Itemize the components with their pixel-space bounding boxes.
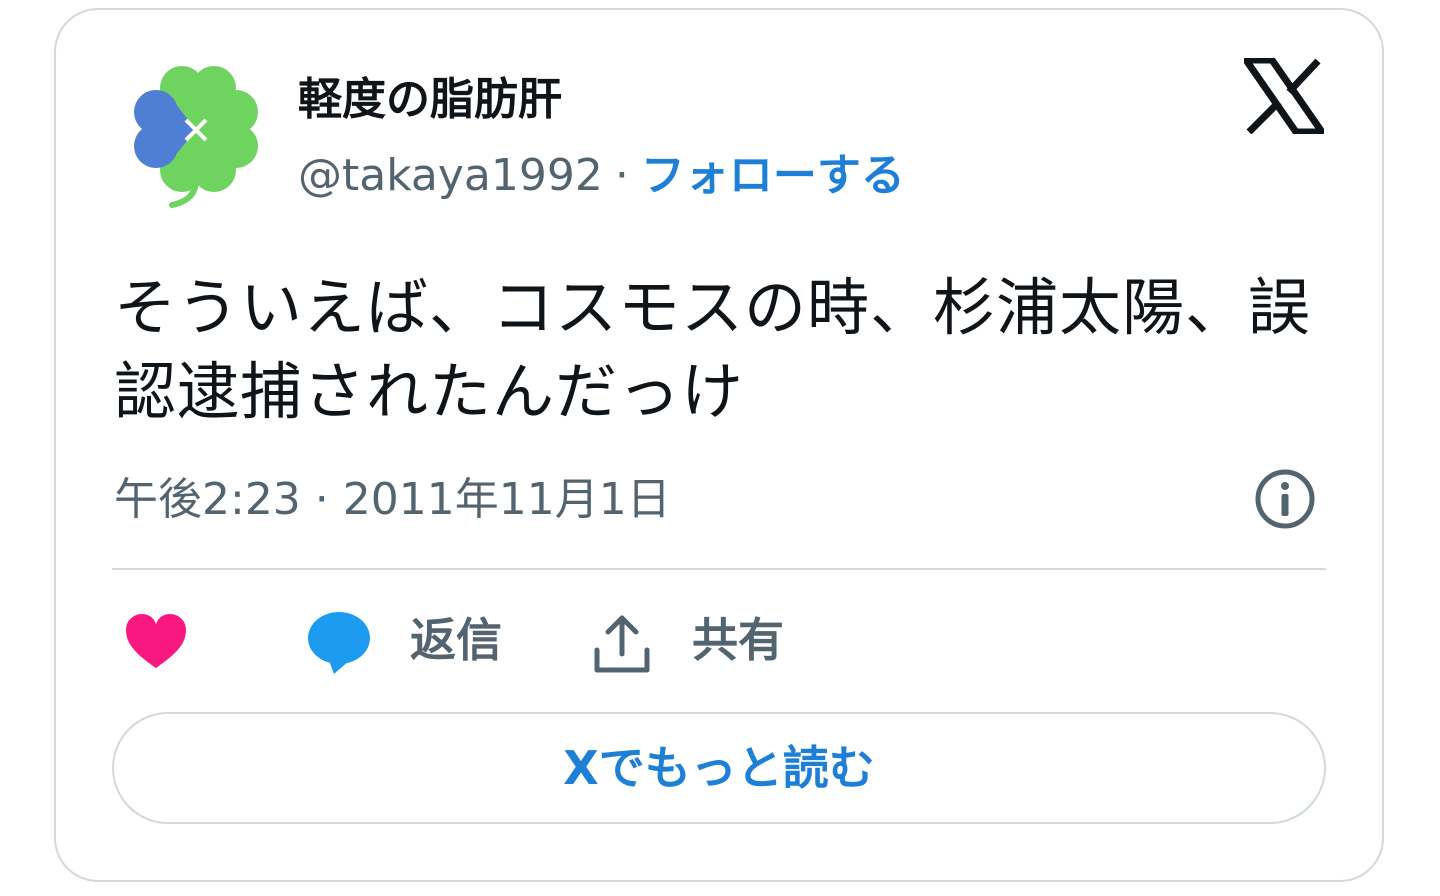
x-logo-icon[interactable]: [1244, 58, 1324, 134]
tweet-timestamp[interactable]: 午後2:23 · 2011年11月1日: [114, 470, 671, 530]
divider: [112, 568, 1326, 570]
speech-bubble-icon: [308, 612, 370, 674]
separator-dot: ·: [614, 150, 629, 201]
clover-avatar-icon: [134, 66, 258, 208]
follow-button[interactable]: フォローする: [641, 150, 905, 201]
heart-icon[interactable]: [124, 612, 188, 672]
upload-share-icon: [594, 615, 650, 673]
tweet-text: そういえば、コスモスの時、杉浦太陽、誤認逮捕されたんだっけ: [114, 271, 1312, 428]
avatar[interactable]: [130, 60, 262, 210]
display-name[interactable]: 軽度の脂肪肝: [298, 70, 562, 130]
share-label: 共有: [692, 613, 784, 667]
info-icon[interactable]: [1254, 468, 1316, 530]
handle-row: @takaya1992 · フォローする: [298, 146, 905, 206]
user-handle[interactable]: @takaya1992: [298, 150, 603, 201]
read-more-on-x-button[interactable]: Xでもっと読む: [112, 712, 1326, 824]
reply-label: 返信: [410, 613, 502, 667]
